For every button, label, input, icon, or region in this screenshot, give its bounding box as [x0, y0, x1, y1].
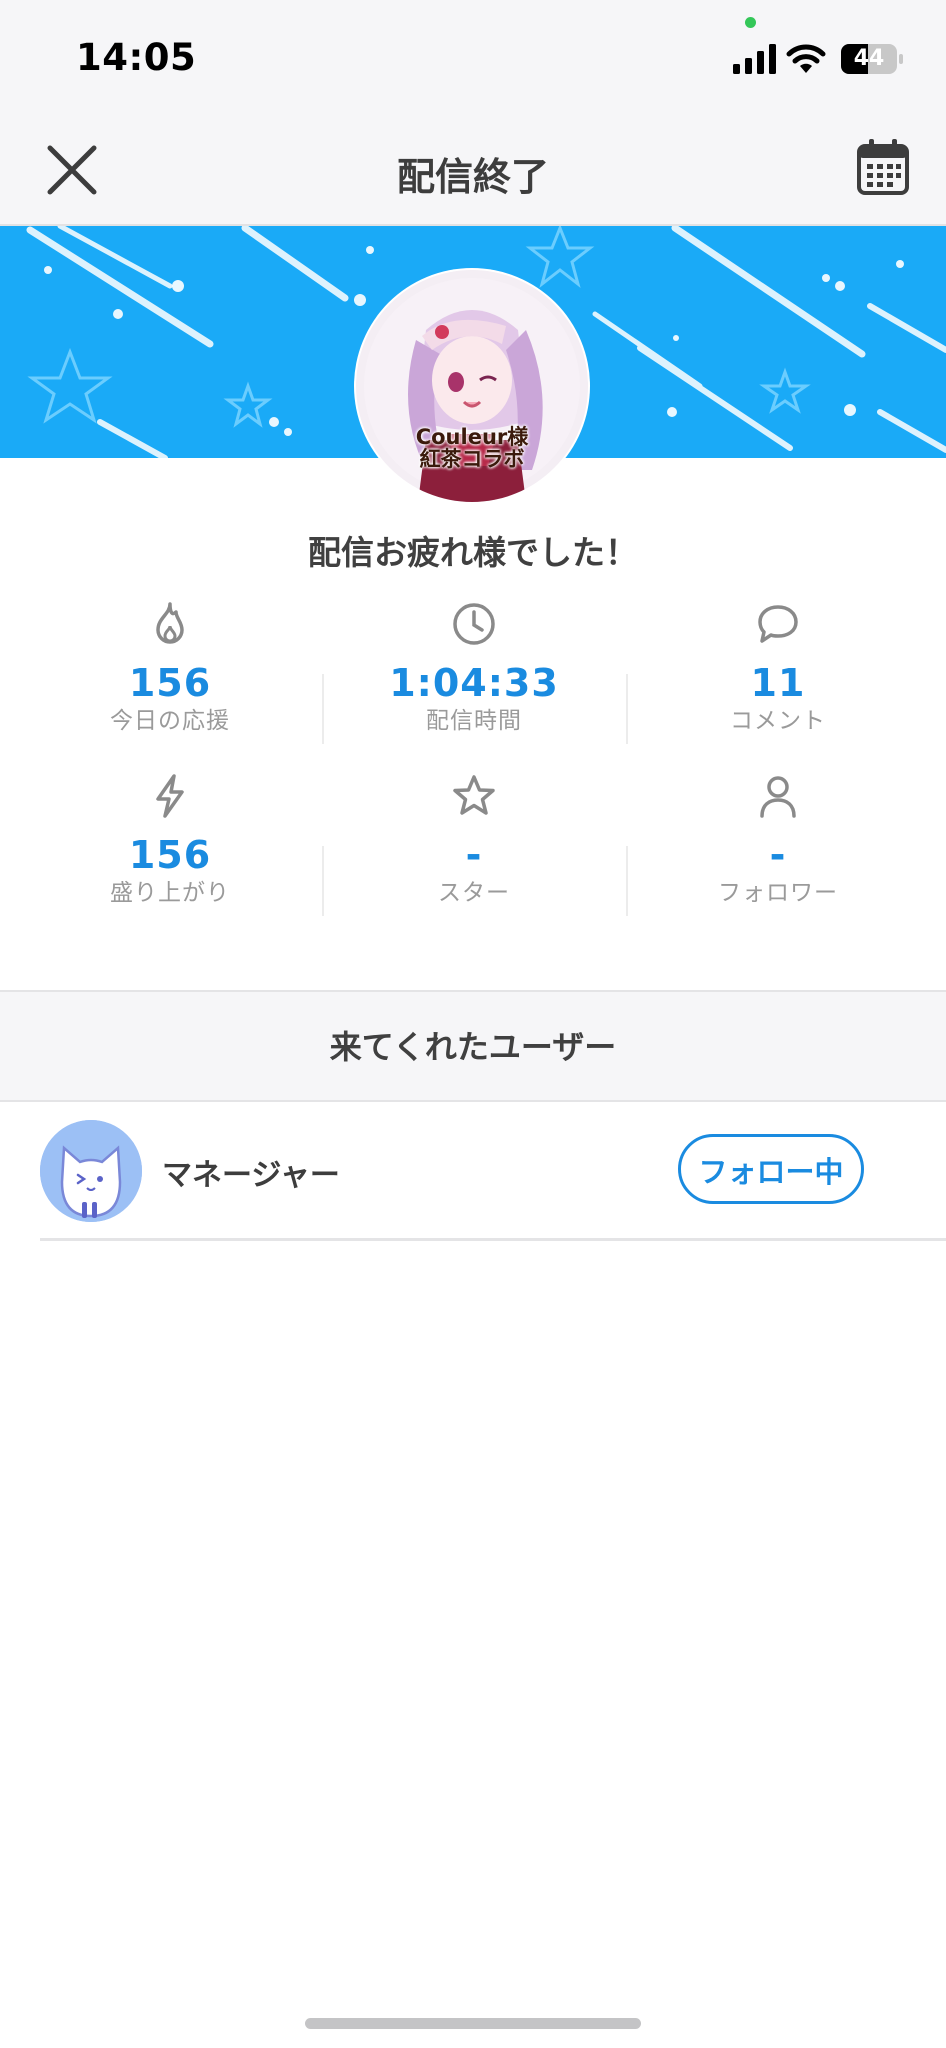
stat-label: フォロワー [718, 880, 838, 906]
flame-icon [156, 602, 184, 644]
list-divider [40, 1238, 946, 1241]
avatar-caption-line1: Couleur様 [415, 425, 529, 449]
stat-excitement: 156 盛り上がり [18, 772, 322, 908]
stat-cheers: 156 今日の応援 [18, 600, 322, 736]
stat-value: 11 [750, 661, 806, 705]
stat-label: 盛り上がり [110, 880, 230, 906]
greeting-message: 配信お疲れ様でした！ [308, 533, 638, 572]
user-name[interactable]: マネージャー [162, 1150, 340, 1194]
stat-value: 156 [128, 833, 212, 877]
lightning-icon [156, 774, 184, 818]
page-title: 配信終了 [396, 155, 549, 199]
stat-value: - [769, 833, 787, 877]
wifi-icon [786, 44, 826, 73]
stat-stars: - スター [322, 772, 626, 908]
avatar-caption: Couleur様 紅茶コラボ [356, 426, 588, 470]
stat-value: - [465, 833, 483, 877]
stat-value: 156 [128, 661, 212, 705]
stat-label: コメント [730, 708, 826, 734]
clock-icon [453, 603, 495, 645]
stat-value: 1:04:33 [389, 661, 559, 705]
cat-avatar-icon [40, 1120, 142, 1222]
stat-label: 今日の応援 [110, 708, 230, 734]
status-bar: 14:05 44 [0, 0, 946, 118]
camera-indicator-dot [745, 17, 756, 28]
calendar-button[interactable] [856, 138, 910, 196]
stat-comments: 11 コメント [626, 600, 930, 736]
stat-label: スター [438, 880, 510, 906]
following-button[interactable]: フォロー中 [678, 1134, 864, 1204]
streamer-avatar: Couleur様 紅茶コラボ [356, 270, 588, 502]
list-item[interactable]: マネージャー フォロー中 [0, 1100, 946, 1242]
nav-bar: 配信終了 [0, 118, 946, 226]
home-indicator[interactable] [305, 2018, 641, 2029]
avatar[interactable] [40, 1120, 142, 1222]
stat-label: 配信時間 [426, 708, 522, 734]
stat-followers: - フォロワー [626, 772, 930, 908]
cellular-signal-icon [733, 44, 776, 74]
calendar-icon [857, 139, 909, 195]
stat-stream-time: 1:04:33 配信時間 [322, 600, 626, 736]
comment-icon [758, 605, 798, 643]
section-title: 来てくれたユーザー [329, 1028, 617, 1066]
battery-level: 44 [853, 46, 885, 71]
visitors-section-header: 来てくれたユーザー [0, 990, 946, 1102]
star-icon [453, 775, 495, 815]
status-time: 14:05 [76, 36, 197, 79]
avatar-caption-line2: 紅茶コラボ [419, 447, 525, 471]
person-icon [760, 776, 796, 818]
